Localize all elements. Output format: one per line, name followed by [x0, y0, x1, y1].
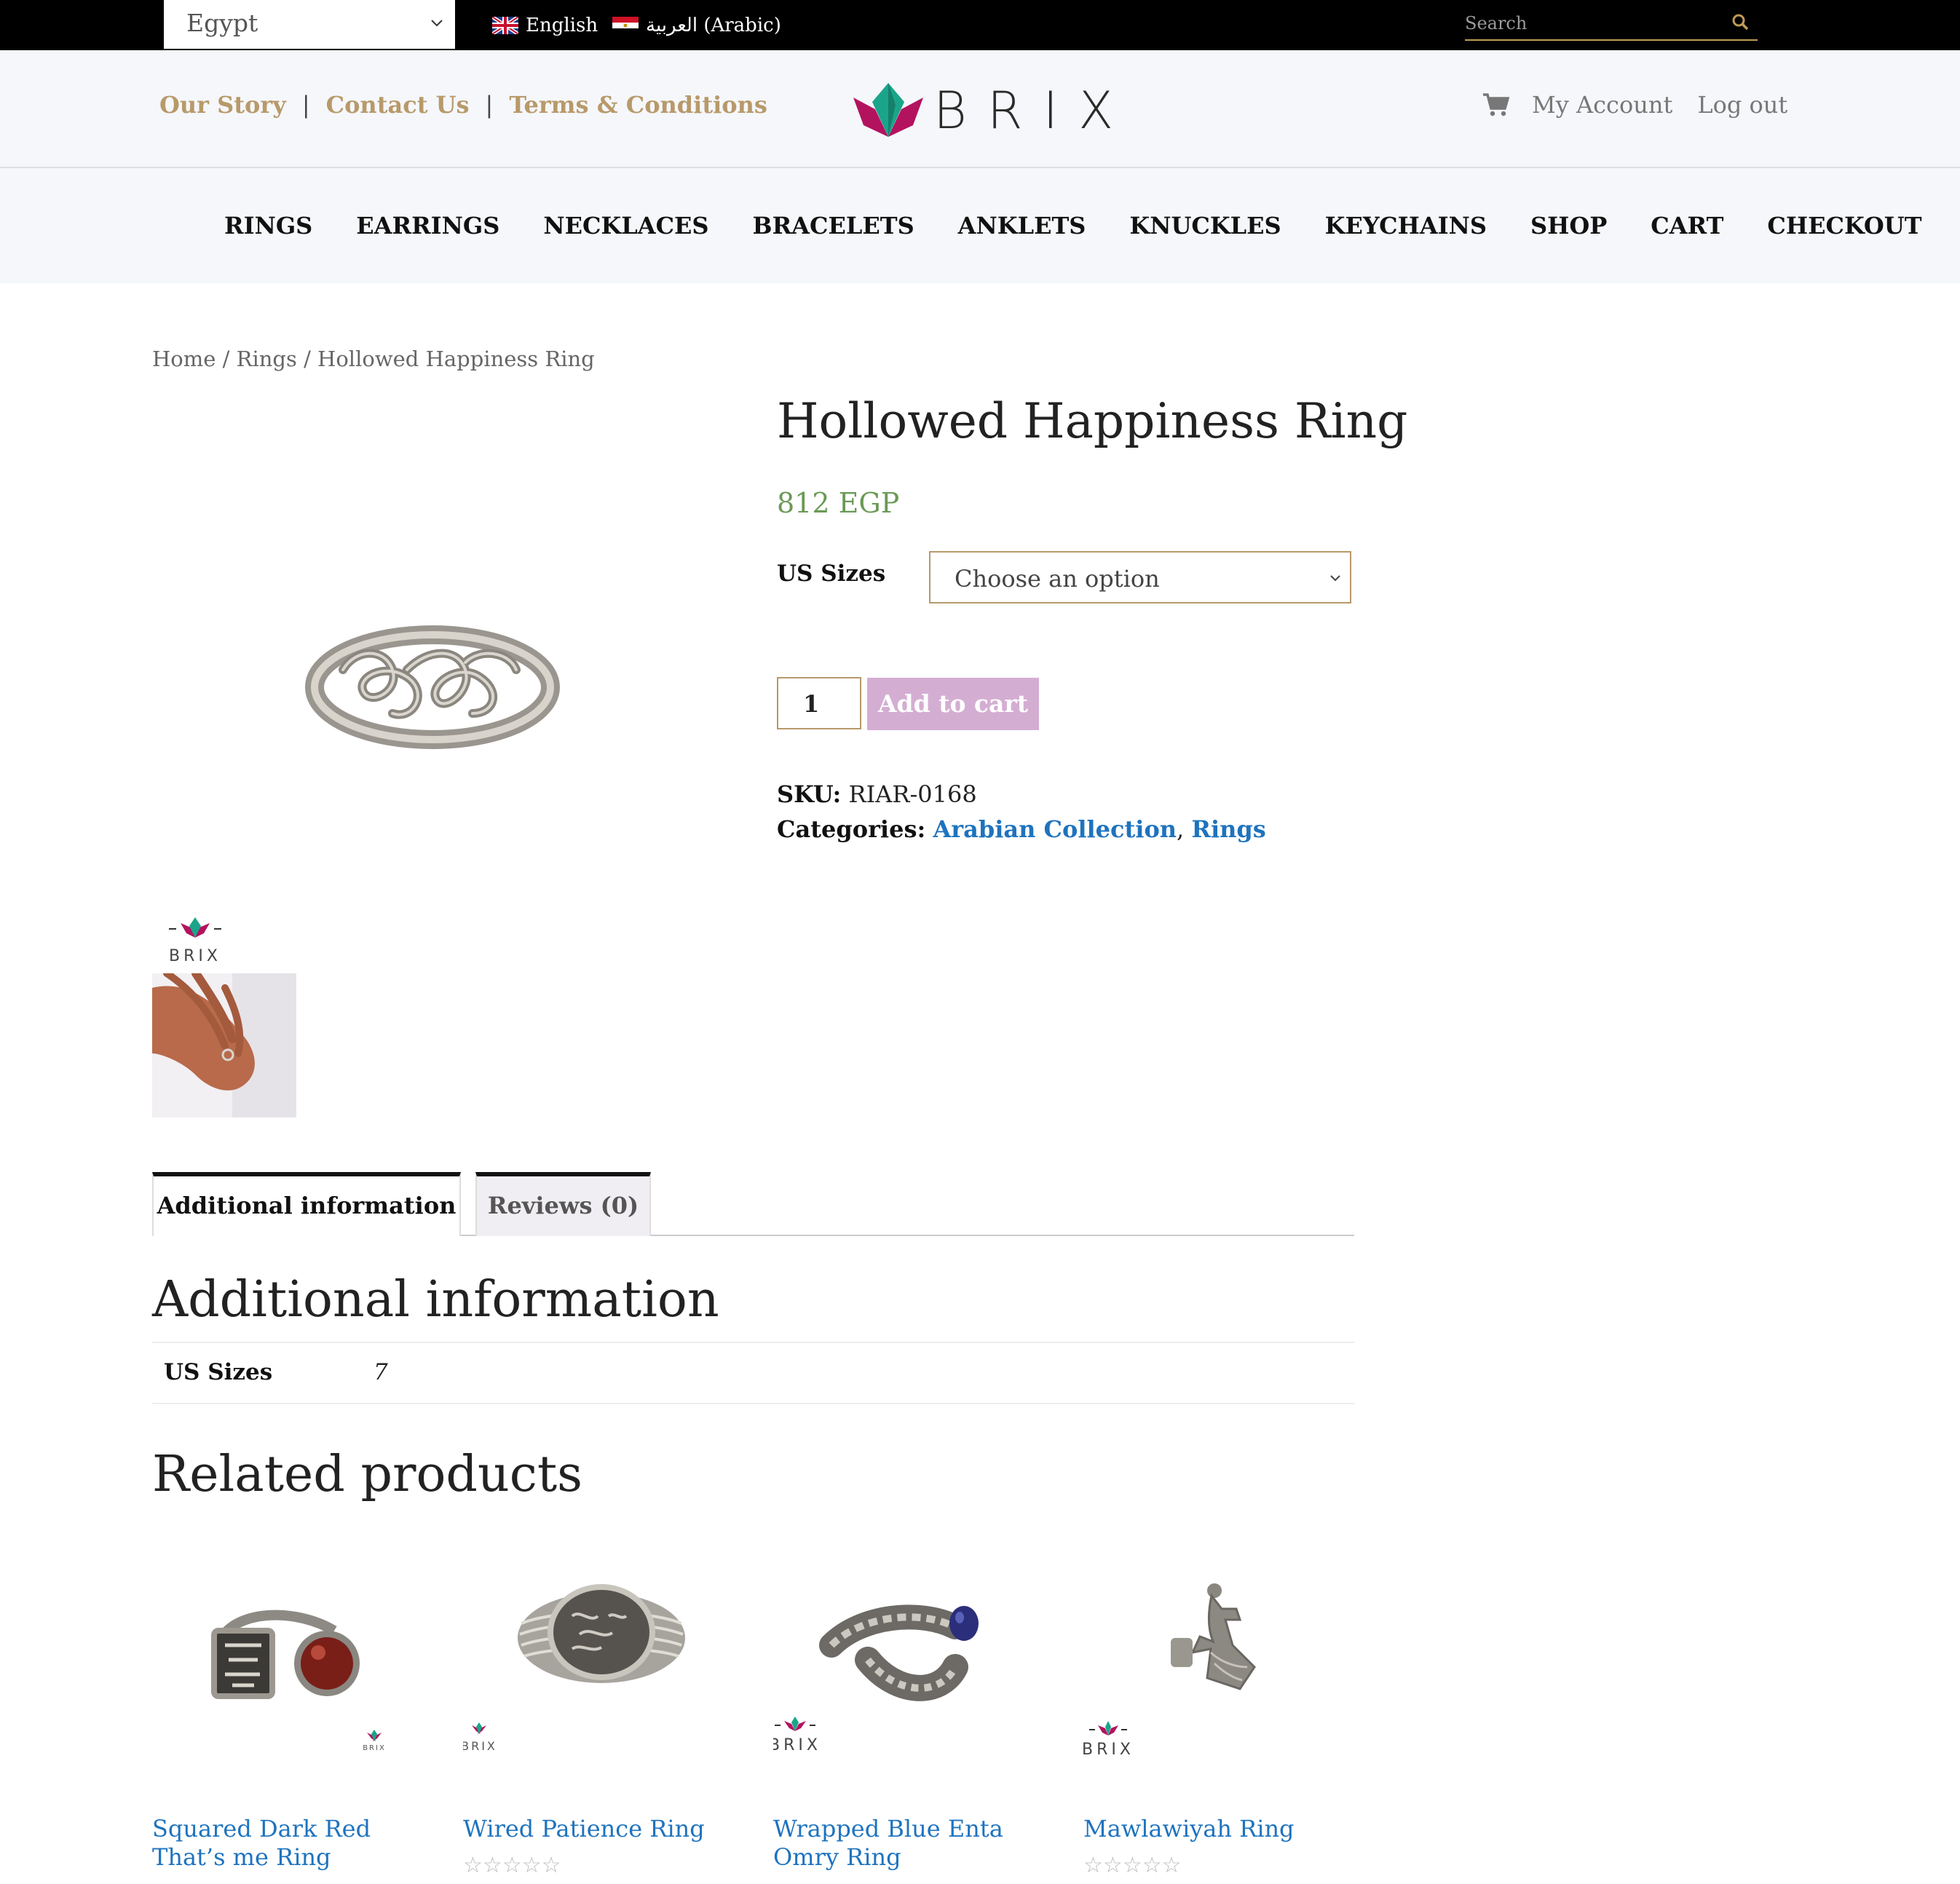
search-input[interactable]: Search: [1465, 7, 1758, 41]
brand-name: BRIX: [933, 81, 1134, 140]
nav-item-earrings[interactable]: EARRINGS: [356, 212, 499, 240]
country-select[interactable]: Egypt: [164, 0, 455, 49]
star-icon: ☆: [502, 1853, 522, 1878]
site-header: Our Story | Contact Us | Terms & Conditi…: [0, 50, 1960, 168]
star-icon: ☆: [541, 1853, 561, 1878]
attribute-row: US Sizes 7: [152, 1342, 1354, 1404]
related-product-name[interactable]: Squared Dark Red That’s me Ring: [152, 1815, 429, 1872]
related-product-image[interactable]: BRIX: [773, 1551, 1050, 1791]
country-select-value: Egypt: [186, 9, 258, 37]
category-link-rings[interactable]: Rings: [1191, 815, 1265, 843]
top-bar: Egypt English العربية (Arabic) Search: [0, 0, 1960, 50]
uk-flag-icon: [492, 17, 518, 34]
breadcrumb[interactable]: Home / Rings / Hollowed Happiness Ring: [152, 347, 595, 371]
brand-logo[interactable]: BRIX: [853, 81, 1134, 140]
related-product-name[interactable]: Wired Patience Ring: [463, 1815, 740, 1843]
header-links: Our Story | Contact Us | Terms & Conditi…: [159, 91, 767, 119]
size-label: US Sizes: [777, 561, 886, 587]
brix-logo-icon: BRIX: [169, 917, 221, 964]
quantity-value: 1: [803, 690, 820, 718]
separator: |: [485, 91, 494, 119]
sku-label: SKU:: [777, 780, 842, 808]
size-select-value: Choose an option: [955, 565, 1160, 593]
account-links: My Account Log out: [1482, 91, 1787, 119]
nav-item-bracelets[interactable]: BRACELETS: [753, 212, 914, 240]
chevron-down-icon: [1330, 575, 1340, 582]
nav-item-necklaces[interactable]: NECKLACES: [543, 212, 708, 240]
main-nav: RINGS EARRINGS NECKLACES BRACELETS ANKLE…: [0, 168, 1960, 283]
related-product-image[interactable]: BRIX: [152, 1551, 429, 1791]
egypt-flag-icon: [612, 17, 639, 34]
language-english-link[interactable]: English: [492, 14, 598, 37]
chevron-down-icon: [431, 20, 443, 27]
tab-additional-information[interactable]: Additional information: [152, 1172, 461, 1236]
sku: SKU: RIAR-0168: [777, 780, 977, 808]
tab-reviews[interactable]: Reviews (0): [475, 1172, 651, 1236]
search-placeholder: Search: [1465, 13, 1528, 33]
language-label: English: [526, 15, 598, 36]
star-icon: ☆: [1142, 1853, 1162, 1878]
language-label: العربية (Arabic): [646, 15, 781, 36]
logout-link[interactable]: Log out: [1697, 91, 1787, 119]
related-product-image[interactable]: BRIX: [463, 1551, 740, 1791]
star-icon: ☆: [463, 1853, 483, 1878]
related-products-heading: Related products: [152, 1446, 583, 1503]
star-icon: ☆: [1161, 1853, 1182, 1878]
star-icon: ☆: [1083, 1853, 1103, 1878]
comma: ,: [1177, 815, 1192, 843]
separator: |: [301, 91, 310, 119]
nav-item-shop[interactable]: SHOP: [1530, 212, 1607, 240]
additional-info-heading: Additional information: [152, 1271, 719, 1329]
product-main-image[interactable]: [152, 408, 713, 954]
nav-item-knuckles[interactable]: KNUCKLES: [1129, 212, 1281, 240]
star-rating: ☆ ☆ ☆ ☆ ☆: [1083, 1855, 1182, 1877]
nav-item-rings[interactable]: RINGS: [224, 212, 312, 240]
star-rating: ☆ ☆ ☆ ☆ ☆: [463, 1855, 561, 1877]
contact-us-link[interactable]: Contact Us: [326, 91, 470, 119]
attribute-value: 7: [374, 1359, 388, 1385]
related-product-name[interactable]: Wrapped Blue Enta Omry Ring: [773, 1815, 1050, 1872]
nav-item-cart[interactable]: CART: [1651, 212, 1723, 240]
product-title: Hollowed Happiness Ring: [777, 393, 1408, 449]
our-story-link[interactable]: Our Story: [159, 91, 286, 119]
related-brand-label: BRIX: [463, 1739, 497, 1753]
search-icon[interactable]: [1730, 12, 1750, 32]
related-brand-label: BRIX: [773, 1736, 821, 1754]
star-icon: ☆: [1102, 1853, 1123, 1878]
related-product-image[interactable]: BRIX: [1083, 1551, 1360, 1791]
quantity-input[interactable]: 1: [777, 677, 861, 729]
related-product-name[interactable]: Mawlawiyah Ring: [1083, 1815, 1360, 1843]
lotus-logo-icon: [853, 83, 923, 137]
cart-icon[interactable]: [1482, 92, 1510, 117]
star-icon: ☆: [521, 1853, 542, 1878]
product-thumbnail-hand[interactable]: [152, 973, 296, 1117]
nav-item-anklets[interactable]: ANKLETS: [958, 212, 1086, 240]
related-brand-label: BRIX: [363, 1744, 386, 1752]
categories: Categories: Arabian Collection, Rings: [777, 815, 1266, 843]
size-select[interactable]: Choose an option: [929, 551, 1351, 603]
my-account-link[interactable]: My Account: [1532, 91, 1672, 119]
sku-value: RIAR-0168: [848, 780, 977, 808]
product-price: 812 EGP: [777, 487, 900, 519]
add-to-cart-button[interactable]: Add to cart: [867, 678, 1039, 730]
category-link-arabian-collection[interactable]: Arabian Collection: [933, 815, 1177, 843]
nav-item-keychains[interactable]: KEYCHAINS: [1325, 212, 1487, 240]
related-brand-label: BRIX: [1083, 1741, 1134, 1759]
star-icon: ☆: [1122, 1853, 1142, 1878]
attribute-key: US Sizes: [164, 1359, 273, 1385]
categories-label: Categories:: [777, 815, 926, 843]
terms-link[interactable]: Terms & Conditions: [509, 91, 767, 119]
language-arabic-link[interactable]: العربية (Arabic): [612, 14, 781, 37]
nav-item-checkout[interactable]: CHECKOUT: [1767, 212, 1921, 240]
thumb-brand-label: BRIX: [169, 947, 221, 964]
star-icon: ☆: [482, 1853, 502, 1878]
